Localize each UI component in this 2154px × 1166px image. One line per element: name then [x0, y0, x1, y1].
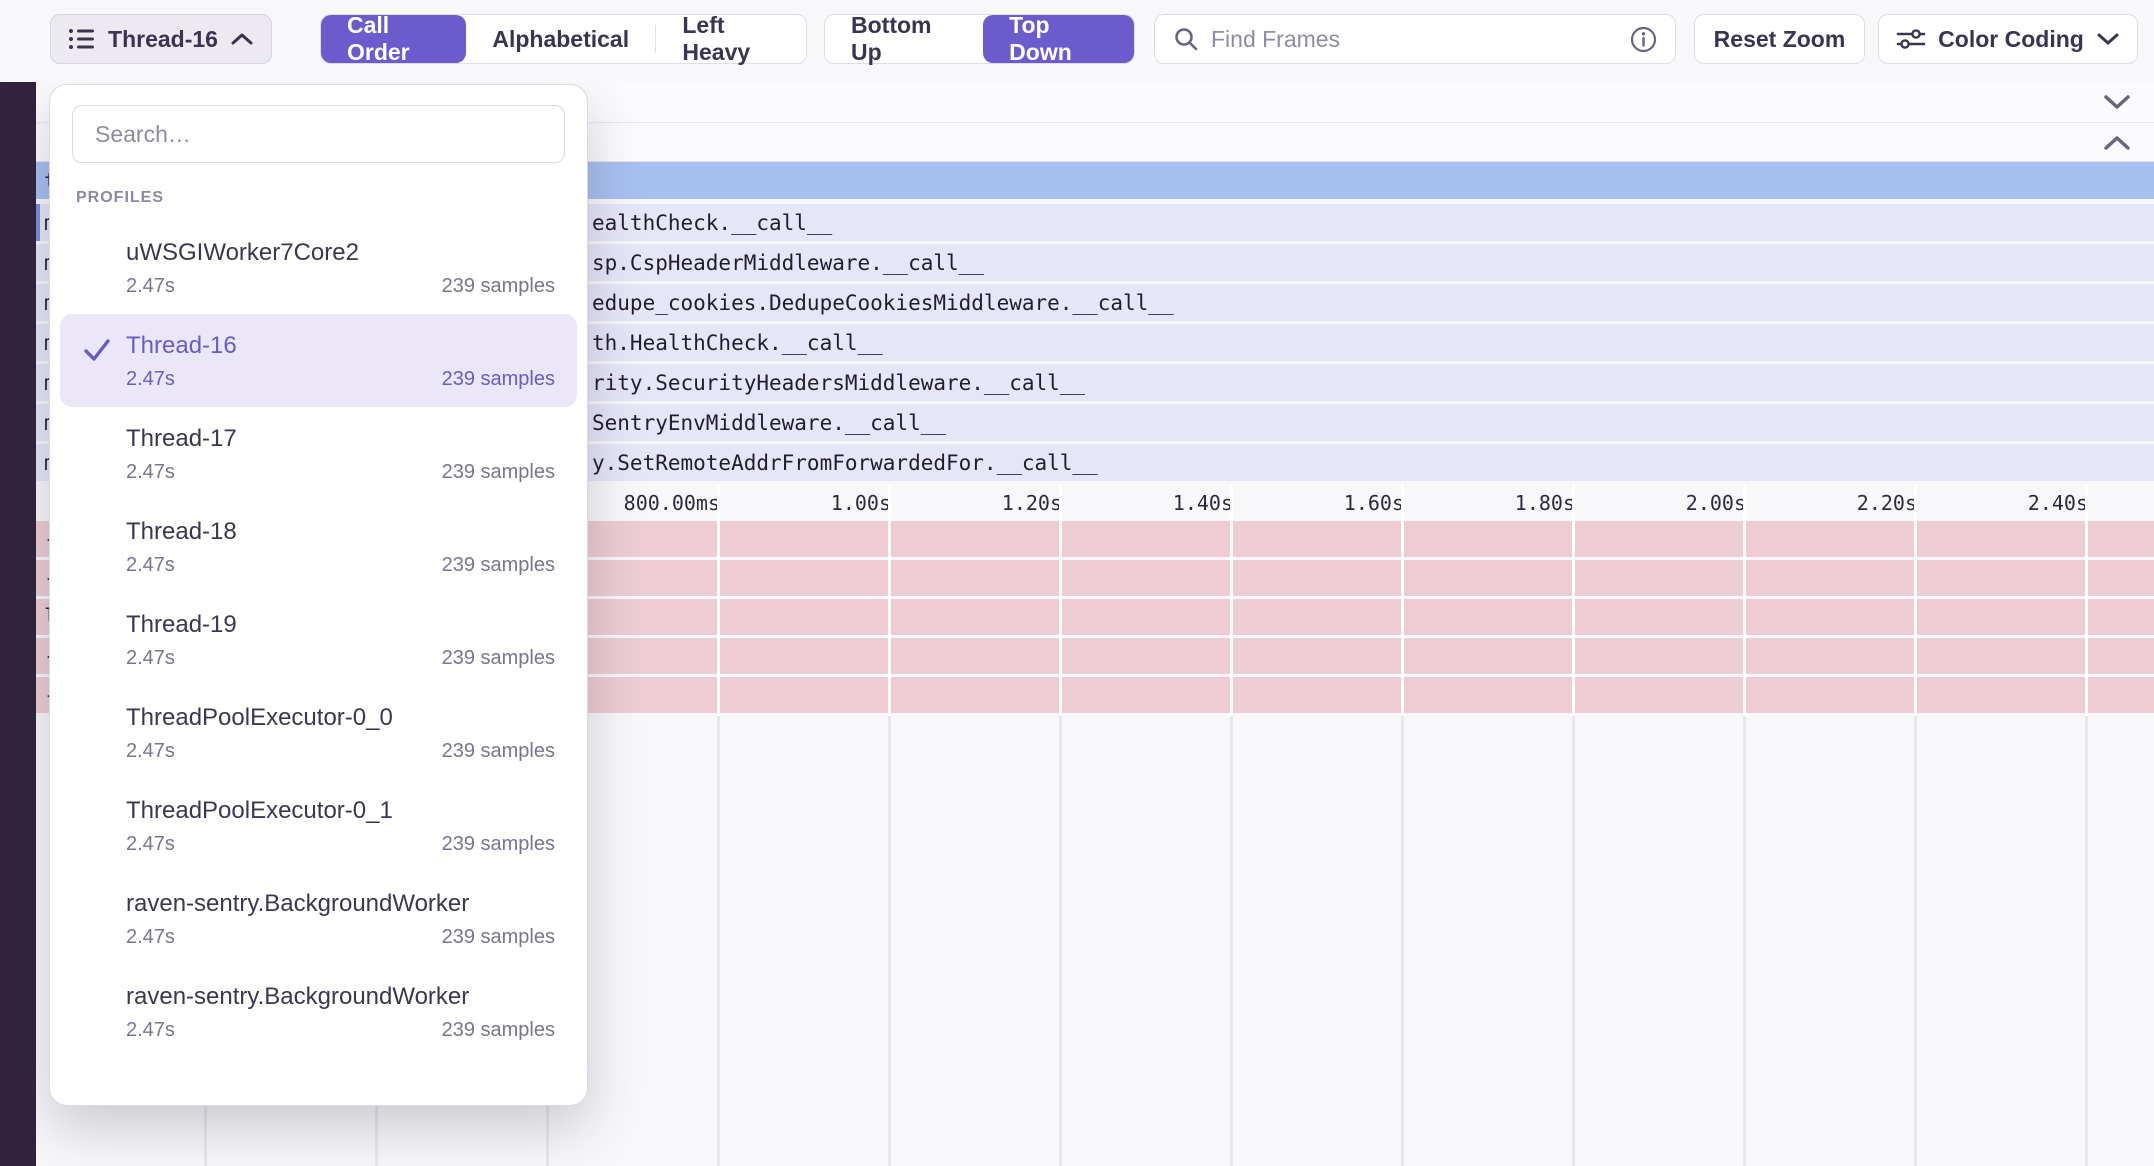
profile-item[interactable]: Thread-19 2.47s 239 samples: [60, 593, 577, 686]
profile-item[interactable]: uWSGIWorker7Core2 2.47s 239 samples: [60, 221, 577, 314]
direction-option-bottom-up[interactable]: Bottom Up: [825, 15, 983, 63]
profile-duration: 2.47s: [126, 368, 175, 391]
frame-label: SentryEnvMiddleware.__call__: [592, 411, 946, 435]
profile-item[interactable]: Thread-17 2.47s 239 samples: [60, 407, 577, 500]
axis-tick: 2.00s: [1576, 491, 1746, 515]
axis-tick: 1.00s: [721, 491, 891, 515]
profile-name: Thread-19: [126, 611, 555, 639]
axis-tick: 1.80s: [1405, 491, 1575, 515]
profile-item[interactable]: ThreadPoolExecutor-0_1 2.47s 239 samples: [60, 779, 577, 872]
axis-tick: 2.40s: [1918, 491, 2088, 515]
profile-samples: 239 samples: [442, 926, 555, 949]
profile-duration: 2.47s: [126, 740, 175, 763]
profile-samples: 239 samples: [442, 1019, 555, 1042]
profile-name: Thread-18: [126, 518, 555, 546]
frame-label: ealthCheck.__call__: [592, 211, 832, 235]
sort-option-left-heavy[interactable]: Left Heavy: [656, 15, 806, 63]
find-frames-input[interactable]: [1211, 26, 1618, 53]
profile-duration: 2.47s: [126, 554, 175, 577]
axis-tick: 2.20s: [1747, 491, 1917, 515]
profile-item[interactable]: raven-sentry.BackgroundWorker 2.47s 239 s…: [60, 965, 577, 1058]
profile-samples: 239 samples: [442, 833, 555, 856]
profile-item[interactable]: Thread-18 2.47s 239 samples: [60, 500, 577, 593]
thread-dropdown-panel: PROFILES uWSGIWorker7Core2 2.47s 239 samp…: [49, 84, 588, 1106]
profile-duration: 2.47s: [126, 647, 175, 670]
profile-duration: 2.47s: [126, 275, 175, 298]
frame-label: edupe_cookies.DedupeCookiesMiddleware.__…: [592, 291, 1174, 315]
info-icon[interactable]: [1630, 26, 1657, 53]
reset-zoom-button[interactable]: Reset Zoom: [1694, 14, 1865, 64]
profile-duration: 2.47s: [126, 1019, 175, 1042]
profile-name: ThreadPoolExecutor-0_1: [126, 797, 555, 825]
frame-label: th.HealthCheck.__call__: [592, 331, 883, 355]
frame-label: rity.SecurityHeadersMiddleware.__call__: [592, 371, 1085, 395]
thread-list-icon: [68, 27, 96, 51]
frame-edge-marker: [36, 204, 40, 241]
thread-selector-label: Thread-16: [108, 26, 218, 53]
direction-option-top-down[interactable]: Top Down: [983, 15, 1134, 63]
profile-samples: 239 samples: [442, 740, 555, 763]
profile-samples: 239 samples: [442, 368, 555, 391]
direction-segmented-control: Bottom Up Top Down: [824, 14, 1135, 64]
thread-selector-button[interactable]: Thread-16: [50, 14, 272, 64]
toolbar: Thread-16 Call Order Alphabetical Left H…: [0, 0, 2154, 82]
profile-duration: 2.47s: [126, 833, 175, 856]
sort-option-alphabetical[interactable]: Alphabetical: [466, 15, 655, 63]
profiles-section-label: PROFILES: [76, 189, 561, 207]
profile-name: uWSGIWorker7Core2: [126, 239, 555, 267]
sort-segmented-control: Call Order Alphabetical Left Heavy: [320, 14, 807, 64]
profile-samples: 239 samples: [442, 461, 555, 484]
sort-option-call-order[interactable]: Call Order: [321, 15, 466, 63]
profile-samples: 239 samples: [442, 275, 555, 298]
reset-zoom-label: Reset Zoom: [1714, 26, 1846, 53]
profile-name: ThreadPoolExecutor-0_0: [126, 704, 555, 732]
profile-samples: 239 samples: [442, 554, 555, 577]
profile-item[interactable]: raven-sentry.BackgroundWorker 2.47s 239 s…: [60, 872, 577, 965]
chevron-up-icon[interactable]: [2102, 134, 2132, 152]
axis-tick: 1.20s: [892, 491, 1062, 515]
frame-label: sp.CspHeaderMiddleware.__call__: [592, 251, 984, 275]
find-frames-search[interactable]: [1154, 14, 1676, 64]
sliders-icon: [1896, 27, 1926, 51]
profile-name: Thread-17: [126, 425, 555, 453]
profile-item[interactable]: ThreadPoolExecutor-0_0 2.47s 239 samples: [60, 686, 577, 779]
app-sidebar-edge: [0, 0, 36, 1166]
profile-duration: 2.47s: [126, 926, 175, 949]
frame-label: y.SetRemoteAddrFromForwardedFor.__call__: [592, 451, 1098, 475]
profile-item-selected[interactable]: Thread-16 2.47s 239 samples: [60, 314, 577, 407]
axis-tick: 1.60s: [1234, 491, 1404, 515]
profile-name: raven-sentry.BackgroundWorker: [126, 983, 555, 1011]
profile-duration: 2.47s: [126, 461, 175, 484]
search-icon: [1173, 26, 1199, 52]
profile-name: raven-sentry.BackgroundWorker: [126, 890, 555, 918]
checkmark-icon: [82, 336, 112, 364]
color-coding-button[interactable]: Color Coding: [1878, 14, 2138, 64]
axis-tick: 1.40s: [1063, 491, 1233, 515]
color-coding-label: Color Coding: [1938, 26, 2084, 53]
profile-samples: 239 samples: [442, 647, 555, 670]
chevron-down-icon: [2096, 32, 2120, 46]
chevron-up-icon: [230, 32, 254, 46]
dropdown-search-input[interactable]: [72, 105, 565, 163]
profile-name: Thread-16: [126, 332, 555, 360]
chevron-down-icon[interactable]: [2102, 93, 2132, 111]
